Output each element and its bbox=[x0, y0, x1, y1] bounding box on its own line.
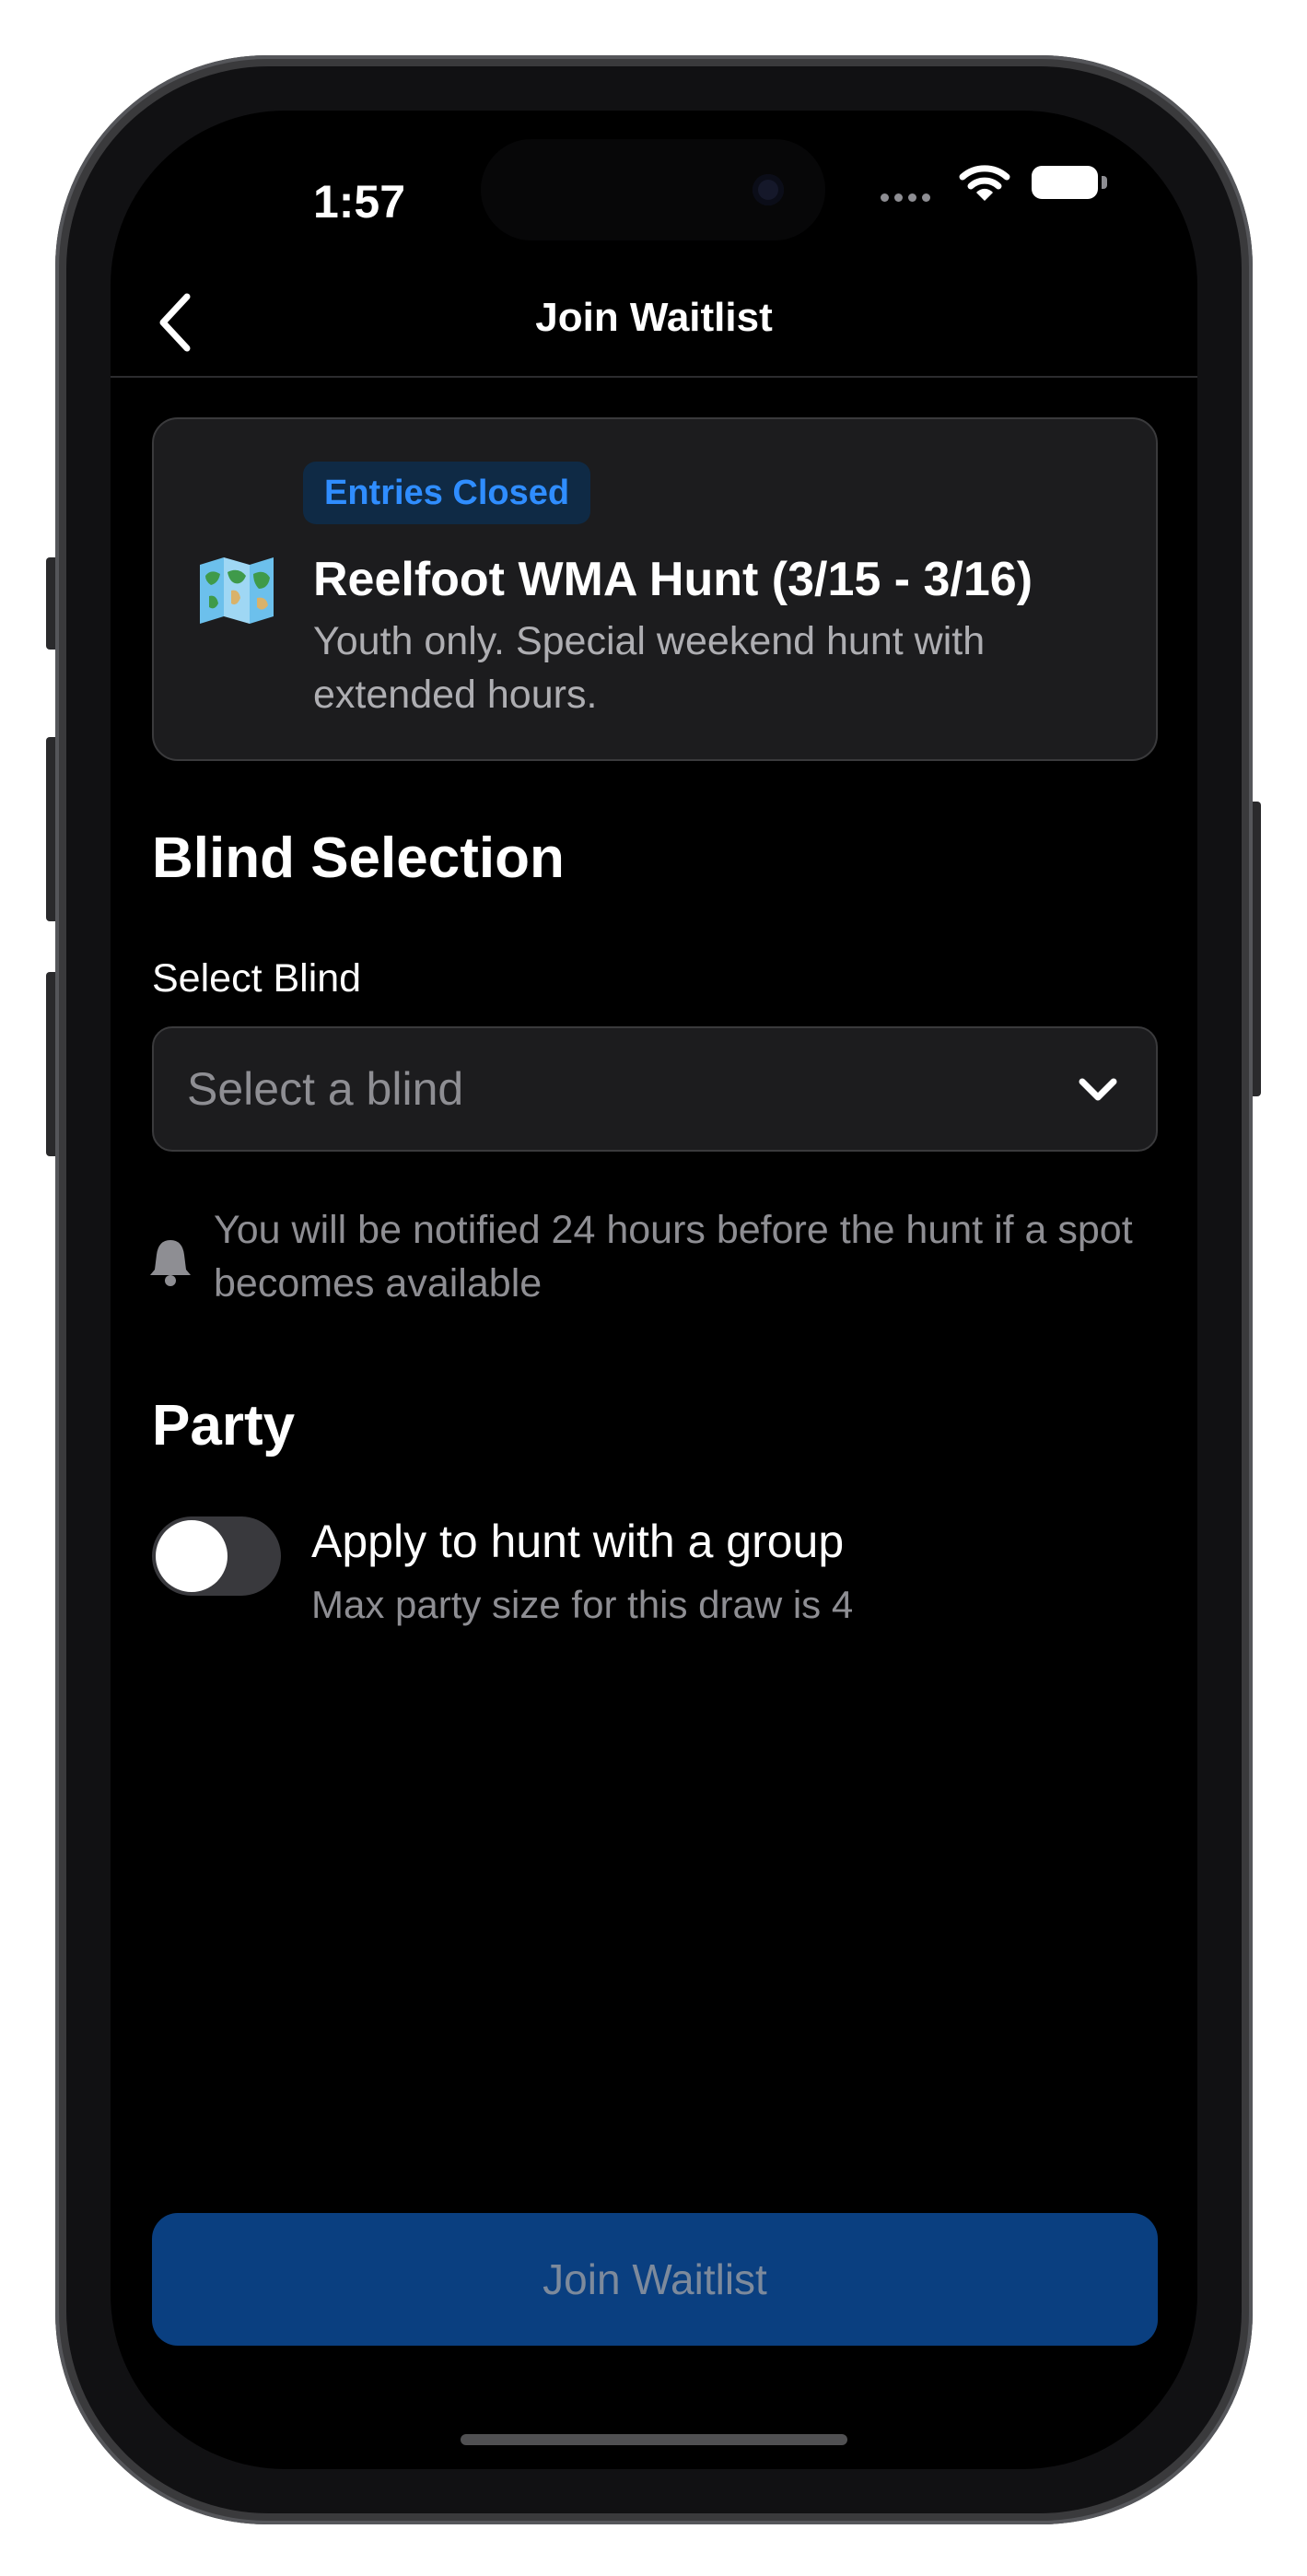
blind-selection-heading: Blind Selection bbox=[152, 826, 565, 890]
camera-lens bbox=[753, 174, 784, 205]
party-size-hint: Max party size for this draw is 4 bbox=[311, 1583, 854, 1626]
page-title: Join Waitlist bbox=[535, 295, 773, 340]
toggle-knob bbox=[156, 1520, 228, 1592]
world-map-icon bbox=[200, 557, 274, 624]
hunt-info-card: Entries Closed Reelfoot WMA Hunt (3/15 -… bbox=[152, 417, 1158, 761]
blind-select-placeholder: Select a blind bbox=[187, 1063, 464, 1115]
join-waitlist-button[interactable]: Join Waitlist bbox=[152, 2213, 1158, 2346]
bell-icon bbox=[150, 1240, 191, 1286]
cellular-signal-icon bbox=[881, 193, 930, 202]
blind-select-dropdown[interactable]: Select a blind bbox=[152, 1026, 1158, 1152]
hunt-description: Youth only. Special weekend hunt with ex… bbox=[313, 619, 986, 717]
chevron-down-icon bbox=[1079, 1078, 1117, 1101]
nav-divider bbox=[111, 376, 1197, 378]
back-button[interactable] bbox=[138, 276, 212, 369]
device-canvas: 1:57 Join Waitlist Entries Closed Reelfo… bbox=[0, 0, 1307, 2576]
status-time: 1:57 bbox=[312, 176, 406, 228]
app-screen: 1:57 Join Waitlist Entries Closed Reelfo… bbox=[111, 111, 1197, 2469]
party-heading: Party bbox=[152, 1394, 296, 1458]
chevron-left-icon bbox=[159, 293, 191, 352]
notification-notice: You will be notified 24 hours before the… bbox=[214, 1208, 1133, 1306]
battery-icon bbox=[1032, 166, 1098, 199]
hunt-title: Reelfoot WMA Hunt (3/15 - 3/16) bbox=[313, 553, 1033, 606]
group-toggle-label[interactable]: Apply to hunt with a group bbox=[311, 1511, 1140, 1572]
dynamic-island bbox=[481, 139, 825, 240]
status-badge: Entries Closed bbox=[303, 462, 591, 524]
battery-cap bbox=[1102, 176, 1107, 189]
select-blind-label: Select Blind bbox=[152, 956, 362, 1001]
wifi-icon bbox=[959, 165, 1010, 201]
home-indicator bbox=[461, 2434, 847, 2445]
group-toggle[interactable] bbox=[152, 1516, 281, 1596]
